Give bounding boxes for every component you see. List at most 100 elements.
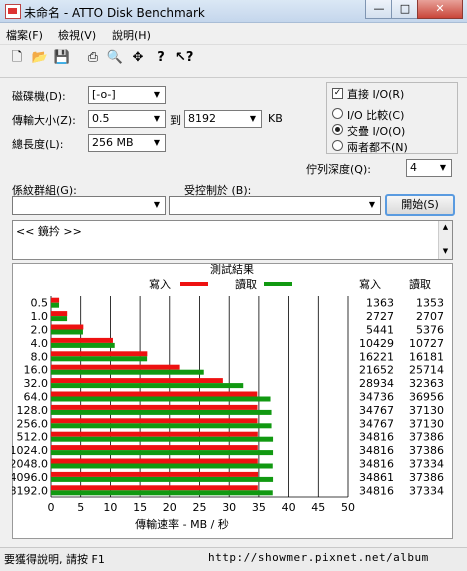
save-icon[interactable]: 💾 xyxy=(53,49,71,67)
menu-file[interactable]: 檔案(F) xyxy=(6,27,43,43)
read-value: 37334 xyxy=(409,458,444,471)
category-label: 128.0 xyxy=(17,404,49,417)
maximize-button[interactable]: □ xyxy=(391,0,419,19)
legend-write-swatch xyxy=(180,282,208,286)
move-icon[interactable]: ✥ xyxy=(129,49,147,67)
table-header-write: 寫入 xyxy=(359,277,381,291)
read-bar xyxy=(51,342,115,348)
read-bar xyxy=(51,316,68,322)
print-preview-icon[interactable]: 🔍 xyxy=(106,49,124,67)
neither-label: 兩者都不(N) xyxy=(347,141,408,154)
queue-depth-select[interactable]: 4 ▼ xyxy=(406,159,452,177)
read-bar xyxy=(51,329,83,335)
write-bar xyxy=(51,297,60,303)
chevron-down-icon: ▼ xyxy=(153,200,161,209)
read-value: 36956 xyxy=(409,391,444,404)
write-bar xyxy=(51,311,68,317)
neither-radio[interactable] xyxy=(332,140,343,151)
controlled-group-select[interactable]: ▼ xyxy=(12,196,166,215)
write-value: 34816 xyxy=(359,431,394,444)
write-bar xyxy=(51,337,113,343)
write-value: 34816 xyxy=(359,444,394,457)
to-label: 到 xyxy=(170,114,181,127)
chevron-down-icon: ▼ xyxy=(249,114,257,123)
write-bar xyxy=(51,458,258,464)
total-length-select[interactable]: 256 MB ▼ xyxy=(88,134,166,152)
read-bar xyxy=(51,356,148,362)
kb-label: KB xyxy=(268,112,283,125)
write-value: 2727 xyxy=(366,310,394,323)
open-folder-icon[interactable]: 📂 xyxy=(31,49,49,67)
read-value: 37334 xyxy=(409,484,444,497)
x-tick-label: 5 xyxy=(77,501,84,514)
read-bar xyxy=(51,490,273,496)
category-label: 1024.0 xyxy=(12,444,48,457)
description-scrollbar[interactable]: ▲ ▼ xyxy=(438,221,452,259)
chevron-down-icon: ▼ xyxy=(439,163,447,172)
write-bar xyxy=(51,445,258,451)
new-file-icon[interactable]: 🗋 xyxy=(8,49,26,67)
read-bar xyxy=(51,369,204,375)
legend-read-label: 讀取 xyxy=(235,277,257,291)
minimize-button[interactable]: — xyxy=(365,0,393,19)
read-bar xyxy=(51,436,274,442)
write-bar xyxy=(51,364,180,370)
watermark-text: http://showmer.pixnet.net/album xyxy=(208,551,429,564)
menu-view[interactable]: 檢視(V) xyxy=(58,27,96,43)
write-bar xyxy=(51,431,258,437)
x-tick-label: 15 xyxy=(133,501,147,514)
io-compare-radio[interactable] xyxy=(332,108,343,119)
write-value: 5441 xyxy=(366,324,394,337)
app-icon xyxy=(5,4,21,19)
read-value: 32363 xyxy=(409,377,444,390)
x-tick-label: 40 xyxy=(282,501,296,514)
write-value: 28934 xyxy=(359,377,394,390)
write-bar xyxy=(51,404,258,410)
help-icon[interactable]: ? xyxy=(152,49,170,67)
chevron-down-icon: ▼ xyxy=(368,200,376,209)
description-textarea[interactable]: << 鏡扲 >> ▲ ▼ xyxy=(12,220,453,260)
category-label: 32.0 xyxy=(24,377,49,390)
write-bar xyxy=(51,418,258,424)
x-tick-label: 50 xyxy=(341,501,355,514)
chevron-down-icon: ▼ xyxy=(153,90,161,99)
transfer-size-label: 傳輸大小(Z): xyxy=(12,114,76,127)
transfer-from-value: 0.5 xyxy=(92,112,110,125)
transfer-to-value: 8192 xyxy=(188,112,216,125)
write-value: 34816 xyxy=(359,458,394,471)
direct-io-checkbox[interactable]: ✓ xyxy=(332,88,343,99)
write-value: 34861 xyxy=(359,471,394,484)
x-tick-label: 30 xyxy=(222,501,236,514)
read-bar xyxy=(51,476,274,482)
context-help-icon[interactable]: ↖? xyxy=(175,49,193,67)
read-value: 37130 xyxy=(409,417,444,430)
write-value: 34767 xyxy=(359,417,394,430)
write-bar xyxy=(51,324,84,330)
read-bar xyxy=(51,409,272,415)
read-value: 10727 xyxy=(409,337,444,350)
drive-select[interactable]: [-o-] ▼ xyxy=(88,86,166,104)
chevron-down-icon: ▼ xyxy=(153,114,161,123)
x-tick-label: 0 xyxy=(48,501,55,514)
io-compare-label: I/O 比較(C) xyxy=(347,109,405,122)
menu-help[interactable]: 說明(H) xyxy=(112,27,151,43)
write-value: 34767 xyxy=(359,404,394,417)
category-label: 2.0 xyxy=(31,324,49,337)
transfer-from-select[interactable]: 0.5 ▼ xyxy=(88,110,166,128)
write-value: 34736 xyxy=(359,391,394,404)
start-button[interactable]: 開始(S) xyxy=(385,194,455,216)
read-value: 37130 xyxy=(409,404,444,417)
read-value: 37386 xyxy=(409,471,444,484)
write-bar xyxy=(51,485,258,491)
read-bar xyxy=(51,423,272,429)
controlled-by-select[interactable]: ▼ xyxy=(169,196,381,215)
write-value: 10429 xyxy=(359,337,394,350)
x-tick-label: 45 xyxy=(311,501,325,514)
print-icon[interactable]: ⎙ xyxy=(84,49,102,67)
close-button[interactable]: ✕ xyxy=(417,0,463,19)
read-bar xyxy=(51,302,60,308)
overlap-io-radio[interactable] xyxy=(332,124,343,135)
write-bar xyxy=(51,391,258,397)
x-tick-label: 10 xyxy=(103,501,117,514)
transfer-to-select[interactable]: 8192 ▼ xyxy=(184,110,262,128)
